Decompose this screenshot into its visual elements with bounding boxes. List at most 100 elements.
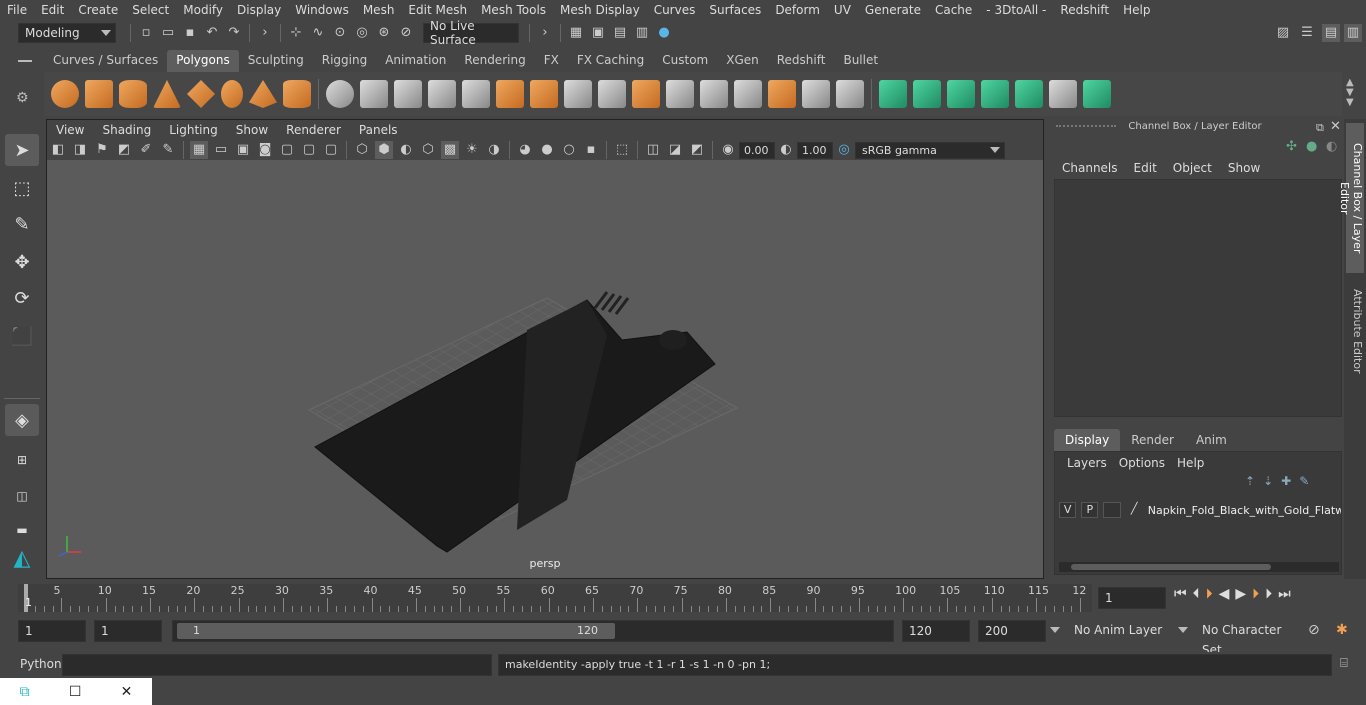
viewport-menu-renderer[interactable]: Renderer (277, 123, 350, 137)
grid-toggle-icon[interactable]: ▦ (190, 141, 208, 159)
fill-hole-icon[interactable] (768, 80, 796, 108)
menu-help[interactable]: Help (1116, 3, 1157, 17)
toggle-layout-icon[interactable]: ▤ (1322, 24, 1340, 42)
viewport-menu-lighting[interactable]: Lighting (160, 123, 227, 137)
menu-file[interactable]: File (0, 3, 34, 17)
menu-create[interactable]: Create (71, 3, 125, 17)
layer-scroll-thumb[interactable] (1071, 564, 1271, 570)
bridge-faces-icon[interactable] (632, 80, 660, 108)
use-default-material-icon[interactable]: ◐ (397, 141, 415, 159)
snap-grid-icon[interactable]: ⊹ (287, 24, 305, 42)
depth-of-field-icon[interactable]: ▪ (582, 141, 600, 159)
channel-list[interactable] (1054, 179, 1342, 417)
smooth-shade-icon[interactable]: ⬢ (375, 141, 393, 159)
move-layer-up-icon[interactable]: ⇡ (1245, 474, 1255, 488)
gamma-field[interactable]: 1.00 (797, 141, 833, 159)
tab-render[interactable]: Render (1120, 429, 1185, 451)
move-layer-down-icon[interactable]: ⇣ (1263, 474, 1273, 488)
menu-curves[interactable]: Curves (647, 3, 703, 17)
shelf-tab-rigging[interactable]: Rigging (313, 50, 376, 72)
center-pivot-icon[interactable] (802, 80, 830, 108)
wireframe-icon[interactable]: ⬡ (353, 141, 371, 159)
shelf-tab-fx-caching[interactable]: FX Caching (568, 50, 653, 72)
menu-generate[interactable]: Generate (858, 3, 928, 17)
shelf-tab-xgen[interactable]: XGen (717, 50, 768, 72)
play-backward-icon[interactable]: ◀ (1219, 586, 1230, 602)
close-panel-icon[interactable]: ✕ (1330, 119, 1341, 134)
menu-mesh-tools[interactable]: Mesh Tools (474, 3, 553, 17)
close-window-icon[interactable]: ✕ (121, 684, 133, 700)
maximize-icon[interactable]: ☐ (69, 684, 82, 700)
poly-pyramid-icon[interactable] (249, 80, 277, 108)
bridge-icon[interactable] (564, 80, 592, 108)
tab-display[interactable]: Display (1054, 429, 1121, 451)
snap-together-icon[interactable]: ⊘ (397, 24, 415, 42)
go-to-end-icon[interactable]: ⏭ (1278, 586, 1291, 602)
poly-cone-icon[interactable] (153, 80, 181, 108)
camera-select-icon[interactable]: ◧ (49, 141, 67, 159)
channelbox-menu-object[interactable]: Object (1165, 161, 1220, 175)
uv-spherical-icon[interactable] (947, 80, 975, 108)
textured-icon[interactable]: ▩ (441, 141, 459, 159)
layer-color-icon[interactable]: ╱ (1126, 502, 1143, 518)
menu-edit[interactable]: Edit (34, 3, 71, 17)
uv-checker-icon[interactable] (1049, 80, 1077, 108)
exposure-field[interactable]: 0.00 (739, 141, 775, 159)
menu-modify[interactable]: Modify (176, 3, 230, 17)
toggle-channelbox-icon[interactable]: ▥ (1344, 24, 1362, 42)
anim-prefs-icon[interactable]: ✱ (1336, 622, 1348, 638)
layer-scrollbar[interactable] (1059, 562, 1339, 572)
range-slider-thumb[interactable] (177, 623, 615, 639)
snap-point-icon[interactable]: ⊙ (331, 24, 349, 42)
uv-cylindrical-icon[interactable] (913, 80, 941, 108)
redo-icon[interactable]: ↷ (225, 24, 243, 42)
tab-attribute-editor[interactable]: Attribute Editor (1346, 281, 1364, 381)
xray-joints-icon[interactable]: ◪ (666, 141, 684, 159)
channelbox-menu-edit[interactable]: Edit (1126, 161, 1165, 175)
menu-3dtoall[interactable]: - 3DtoAll - (979, 3, 1053, 17)
color-space-dropdown[interactable]: sRGB gamma (855, 141, 1005, 159)
playback-start-field[interactable]: 1 (94, 620, 162, 642)
poly-pipe-icon[interactable] (283, 80, 311, 108)
gate-mask-icon[interactable]: ◙ (256, 141, 274, 159)
menu-windows[interactable]: Windows (288, 3, 356, 17)
undo-icon[interactable]: ↶ (203, 24, 221, 42)
shelf-tab-animation[interactable]: Animation (376, 50, 455, 72)
shelf-settings-icon[interactable]: ⚙ (16, 90, 29, 106)
use-all-lights-icon[interactable]: ☀ (463, 141, 481, 159)
character-set-dropdown[interactable]: No Character Set (1196, 620, 1302, 657)
film-gate-icon[interactable]: ▭ (212, 141, 230, 159)
safe-title-icon[interactable]: ▢ (322, 141, 340, 159)
new-layer-selected-icon[interactable]: ✎ (1299, 474, 1309, 488)
smooth-icon[interactable] (428, 80, 456, 108)
poly-torus-icon[interactable] (221, 80, 243, 108)
menu-surfaces[interactable]: Surfaces (702, 3, 768, 17)
tab-anim[interactable]: Anim (1185, 429, 1238, 451)
camera-attr-icon[interactable]: ◨ (71, 141, 89, 159)
poly-plane-icon[interactable] (187, 80, 215, 108)
poly-cube-icon[interactable] (85, 80, 113, 108)
ipr-render-icon[interactable]: ▤ (611, 24, 629, 42)
anim-start-field[interactable]: 1 (18, 620, 86, 642)
bookmark-icon[interactable]: ⚑ (93, 141, 111, 159)
combine-icon[interactable] (326, 80, 354, 108)
snap-view-icon[interactable]: ◎ (353, 24, 371, 42)
layer-menu-options[interactable]: Options (1113, 456, 1171, 470)
shelf-tab-sculpting[interactable]: Sculpting (239, 50, 313, 72)
anti-aliasing-icon[interactable]: ○ (560, 141, 578, 159)
2d-pan-icon[interactable]: ✎ (159, 141, 177, 159)
viewport-menu-show[interactable]: Show (227, 123, 277, 137)
screen-space-ao-icon[interactable]: ◕ (516, 141, 534, 159)
gamma-icon[interactable]: ◐ (777, 141, 795, 159)
menu-uv[interactable]: UV (827, 3, 858, 17)
menu-display[interactable]: Display (230, 3, 288, 17)
hypershade-icon[interactable]: ● (655, 24, 673, 42)
viewport-menu-shading[interactable]: Shading (93, 123, 160, 137)
poly-cylinder-icon[interactable] (119, 80, 147, 108)
xray-components-icon[interactable]: ◩ (688, 141, 706, 159)
field-chart-icon[interactable]: ▢ (278, 141, 296, 159)
render-view-icon[interactable]: ▥ (633, 24, 651, 42)
layer-type-toggle[interactable] (1103, 502, 1121, 518)
separate-icon[interactable] (360, 80, 388, 108)
safe-action-icon[interactable]: ▢ (300, 141, 318, 159)
